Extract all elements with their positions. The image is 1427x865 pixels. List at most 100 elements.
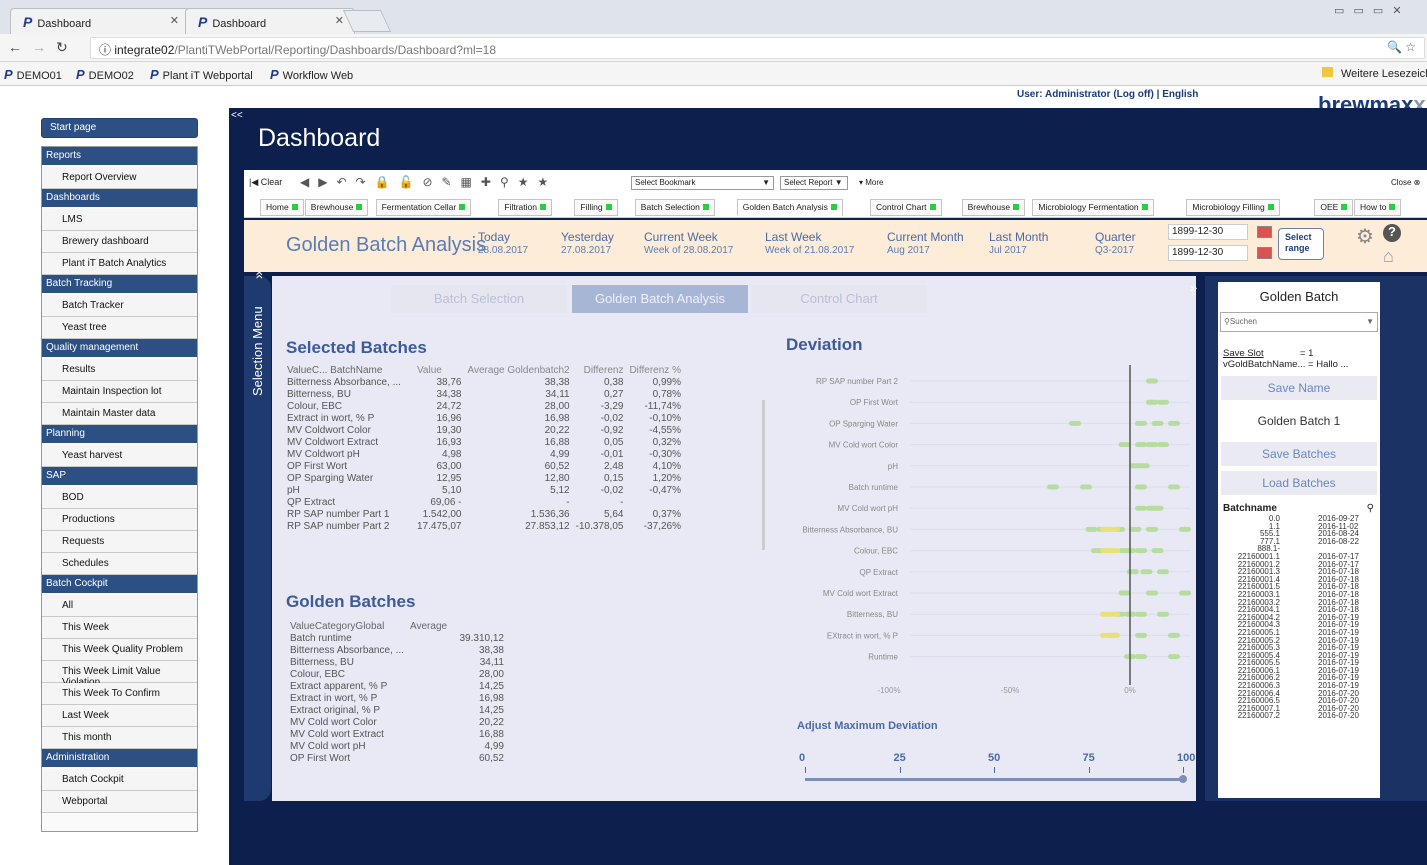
column-header[interactable]: Average: [407, 620, 507, 632]
sidebar-item[interactable]: LMS: [42, 209, 197, 231]
table-row[interactable]: Bitterness Absorbance, ... 38,38: [287, 644, 507, 656]
home-icon[interactable]: ⌂: [1383, 246, 1394, 267]
save-name-button[interactable]: Save Name: [1221, 376, 1377, 400]
sidebar-item[interactable]: This Week: [42, 617, 197, 639]
save-batches-button[interactable]: Save Batches: [1221, 442, 1377, 466]
calendar-icon[interactable]: [1257, 247, 1272, 259]
tab-golden-batch-analysis[interactable]: Golden Batch Analysis: [572, 285, 748, 313]
qv-tab[interactable]: Microbiology Filling: [1186, 199, 1280, 216]
bookmark-item[interactable]: P Plant iT Webportal: [150, 67, 253, 82]
sidebar-item[interactable]: Batch Cockpit: [42, 769, 197, 791]
table-row[interactable]: OP First Wort 63,00 60,52 2,48 4,10%: [284, 460, 684, 472]
qv-tab[interactable]: Microbiology Fermentation: [1032, 199, 1154, 216]
table-row[interactable]: RP SAP number Part 2 17.475,07 27.853,12 -1…: [284, 520, 684, 532]
qv-tab[interactable]: Golden Batch Analysis: [736, 199, 843, 216]
table-row[interactable]: OP Sparging Water 12,95 12,80 0,15 1,20%: [284, 472, 684, 484]
table-row[interactable]: OP First Wort 60,52: [287, 752, 507, 764]
column-header[interactable]: Value: [414, 364, 465, 376]
sidebar-item[interactable]: Maintain Master data: [42, 403, 197, 425]
sidebar-item[interactable]: Requests: [42, 531, 197, 553]
sidebar-item[interactable]: Report Overview: [42, 167, 197, 189]
column-header[interactable]: ValueCategoryGlobal: [287, 620, 407, 632]
qv-tab[interactable]: How to: [1354, 199, 1402, 216]
report-select[interactable]: Select Report ▼: [780, 176, 848, 190]
sidebar-item[interactable]: Maintain Inspection lot: [42, 381, 197, 403]
reload-icon[interactable]: ↻: [56, 39, 68, 56]
sidebar-item[interactable]: BOD: [42, 487, 197, 509]
table-row[interactable]: Batch runtime 39.310,12: [287, 632, 507, 644]
sidebar-item[interactable]: Batch Tracker: [42, 295, 197, 317]
sidebar-item[interactable]: Schedules: [42, 553, 197, 575]
table-row[interactable]: Colour, EBC 28,00: [287, 668, 507, 680]
table-row[interactable]: Colour, EBC 24,72 28,00 -3,29 -11,74%: [284, 400, 684, 412]
sidebar-item[interactable]: Yeast tree: [42, 317, 197, 339]
other-bookmarks[interactable]: Weitere Lesezeichen: [1322, 67, 1427, 80]
close-icon[interactable]: ✕: [170, 14, 179, 27]
bookmark-select[interactable]: Select Bookmark ▼: [631, 176, 774, 190]
user-line[interactable]: User: Administrator (Log off) | English: [1017, 89, 1198, 100]
sidebar-item[interactable]: Brewery dashboard: [42, 231, 197, 253]
sidebar-item[interactable]: Last Week: [42, 705, 197, 727]
qv-tab[interactable]: Fermentation Cellar: [375, 199, 472, 216]
table-row[interactable]: Bitterness, BU 34,11: [287, 656, 507, 668]
table-row[interactable]: Bitterness, BU 34,38 34,11 0,27 0,78%: [284, 388, 684, 400]
bookmark-item[interactable]: P DEMO02: [76, 67, 134, 82]
search-input[interactable]: ⚲Suchen ▼: [1220, 312, 1378, 332]
browser-tab[interactable]: P Dashboard ✕: [185, 8, 355, 34]
column-header[interactable]: Differenz: [573, 364, 627, 376]
table-row[interactable]: pH 5,10 5,12 -0,02 -0,47%: [284, 484, 684, 496]
search-icon[interactable]: ⚲: [1367, 503, 1374, 514]
table-row[interactable]: MV Coldwort Color 19,30 20,22 -0,92 -4,55%: [284, 424, 684, 436]
table-row[interactable]: Extract in wort, % P 16,96 16,98 -0,02 -0,10…: [284, 412, 684, 424]
collapse-right-icon[interactable]: »: [1190, 280, 1197, 295]
sidebar-item[interactable]: Yeast harvest: [42, 445, 197, 467]
table-row[interactable]: MV Coldwort Extract 16,93 16,88 0,05 0,32%: [284, 436, 684, 448]
back-icon[interactable]: ←: [8, 39, 22, 55]
selection-menu-tab[interactable]: » Selection Menu: [244, 271, 271, 801]
bookmark-item[interactable]: P DEMO01: [4, 67, 62, 82]
column-header[interactable]: Average Goldenbatch2: [465, 364, 573, 376]
sidebar-item[interactable]: This Week Quality Problem: [42, 639, 197, 661]
column-header[interactable]: ValueC... BatchName: [284, 364, 414, 376]
qv-tab[interactable]: Brewhouse: [961, 199, 1026, 216]
qv-tab[interactable]: Batch Selection: [634, 199, 715, 216]
table-row[interactable]: Extract apparent, % P 14,25: [287, 680, 507, 692]
forward-icon[interactable]: →: [32, 39, 46, 55]
period-option[interactable]: Last Month Jul 2017: [989, 230, 1048, 256]
more-button[interactable]: ▾ More: [859, 178, 883, 187]
save-slot[interactable]: Save Slot = 1: [1223, 348, 1373, 359]
sidebar-item[interactable]: All: [42, 595, 197, 617]
date-from-field[interactable]: 1899-12-30: [1168, 224, 1248, 240]
list-item[interactable]: 22160007.2 2016-07-20: [1218, 712, 1380, 720]
sidebar-item[interactable]: Productions: [42, 509, 197, 531]
sidebar-start-page[interactable]: Start page: [41, 118, 198, 138]
scrollbar[interactable]: [762, 400, 765, 550]
table-row[interactable]: MV Cold wort Extract 16,88: [287, 728, 507, 740]
browser-tab[interactable]: P Dashboard ✕: [10, 8, 190, 34]
table-row[interactable]: QP Extract 69,06 - - -: [284, 496, 684, 508]
period-option[interactable]: Today 28.08.2017: [478, 230, 528, 256]
column-header[interactable]: Differenz %: [626, 364, 684, 376]
period-option[interactable]: Last Week Week of 21.08.2017: [765, 230, 854, 256]
bookmark-item[interactable]: P Workflow Web: [270, 67, 353, 82]
close-icon[interactable]: ✕: [335, 14, 344, 27]
collapse-icon[interactable]: <<: [231, 110, 243, 121]
table-row[interactable]: MV Cold wort Color 20,22: [287, 716, 507, 728]
toolbar-icons[interactable]: ◀▶↶↷🔒🔓⊘✎▦✚⚲★★: [300, 175, 557, 189]
sidebar-item[interactable]: Results: [42, 359, 197, 381]
calendar-icon[interactable]: [1257, 226, 1272, 238]
help-icon[interactable]: ?: [1383, 224, 1401, 242]
table-row[interactable]: Extract in wort, % P 16,98: [287, 692, 507, 704]
qv-tab[interactable]: Filling: [574, 199, 618, 216]
qv-tab[interactable]: Control Chart: [870, 199, 942, 216]
sidebar-item[interactable]: This Week Limit Value Violation: [42, 661, 197, 688]
period-option[interactable]: Current Month Aug 2017: [887, 230, 964, 256]
table-row[interactable]: Extract original, % P 14,25: [287, 704, 507, 716]
table-row[interactable]: Bitterness Absorbance, ... 38,76 38,38 0,38…: [284, 376, 684, 388]
load-batches-button[interactable]: Load Batches: [1221, 471, 1377, 495]
sidebar-item[interactable]: This month: [42, 727, 197, 749]
table-row[interactable]: RP SAP number Part 1 1.542,00 1.536,36 5,64…: [284, 508, 684, 520]
table-row[interactable]: MV Coldwort pH 4,98 4,99 -0,01 -0,30%: [284, 448, 684, 460]
tab-control-chart[interactable]: Control Chart: [751, 285, 927, 313]
close-button[interactable]: Close ⊗: [1391, 178, 1420, 187]
